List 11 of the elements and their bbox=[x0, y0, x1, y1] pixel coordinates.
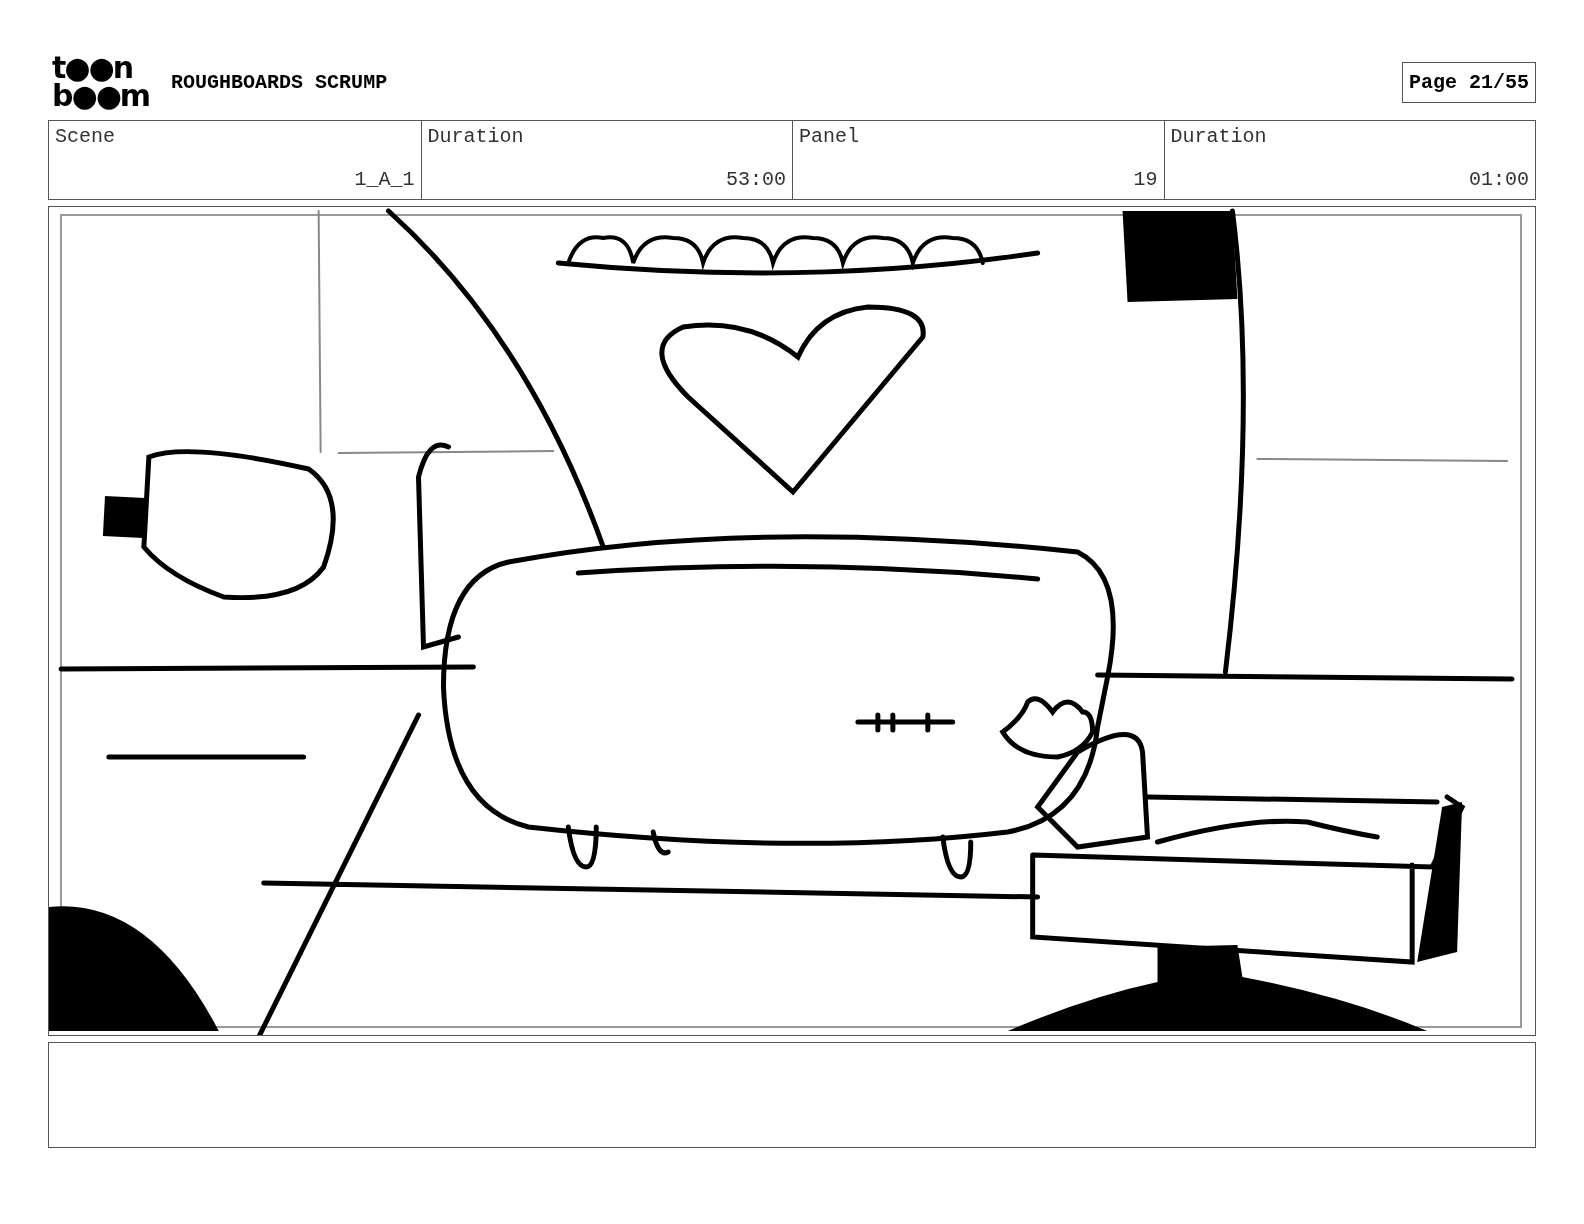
project-title: ROUGHBOARDS SCRUMP bbox=[171, 70, 388, 94]
field-label: Panel bbox=[799, 125, 860, 148]
field-value: 1_A_1 bbox=[354, 168, 415, 191]
field-value: 01:00 bbox=[1469, 168, 1529, 191]
field-label: Duration bbox=[1170, 125, 1268, 148]
toon-boom-logo: t●●n b●●m bbox=[52, 54, 150, 110]
field-value: 19 bbox=[1133, 168, 1158, 191]
field-label: Duration bbox=[427, 125, 525, 148]
field-value: 53:00 bbox=[726, 168, 786, 191]
page-number: Page 21/55 bbox=[1401, 61, 1536, 103]
field-label: Scene bbox=[55, 125, 116, 148]
